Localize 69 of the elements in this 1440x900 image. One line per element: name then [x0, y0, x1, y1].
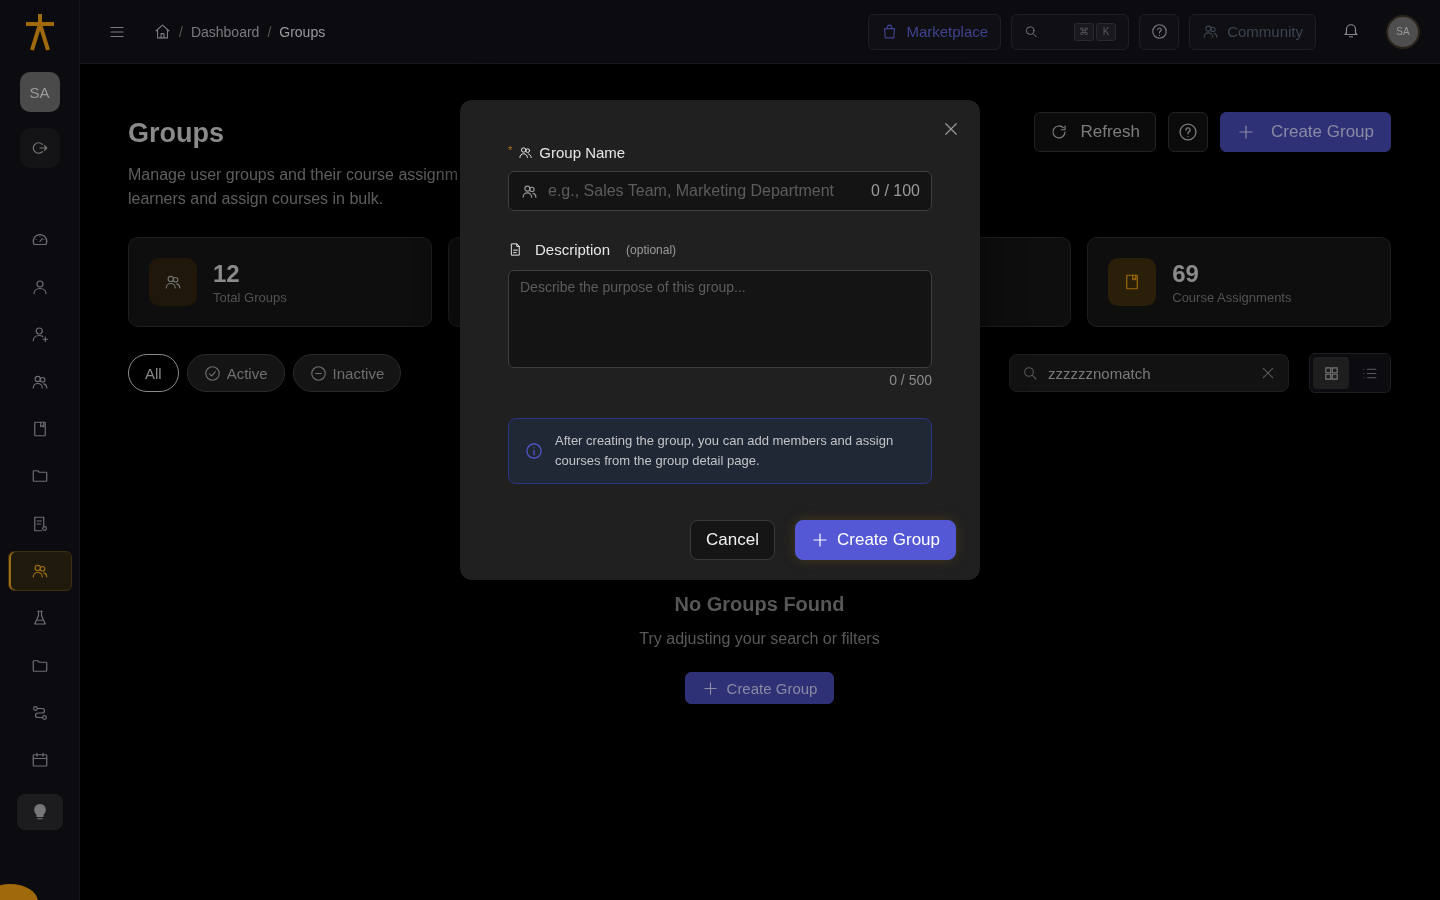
grid-icon	[1322, 364, 1340, 382]
plus-icon	[1237, 123, 1255, 141]
plus-icon	[701, 679, 719, 697]
grid-view-button[interactable]	[1313, 357, 1349, 389]
info-message: After creating the group, you can add members and assign courses from the group detail page.	[555, 432, 895, 470]
shortcut-key: K	[1096, 22, 1117, 41]
description-field[interactable]: Describe the purpose of this group...	[508, 270, 932, 368]
empty-state-message: Try adjusting your search or filters	[639, 630, 880, 648]
calendar-icon	[30, 751, 49, 770]
field-label: Description	[535, 241, 611, 258]
bell-icon	[1342, 21, 1360, 39]
plus-icon	[811, 531, 829, 549]
users-icon	[518, 145, 534, 160]
breadcrumb-separator: /	[179, 23, 183, 40]
marketplace-button[interactable]: Marketplace	[868, 13, 1002, 50]
logout-button[interactable]	[19, 128, 60, 168]
stat-value: 69	[1172, 259, 1200, 288]
required-mark: *	[508, 144, 513, 156]
character-counter: 0 / 100	[871, 182, 920, 200]
user-icon	[30, 278, 49, 296]
minus-circle-icon	[309, 364, 327, 382]
community-button[interactable]: Community	[1189, 13, 1316, 50]
clear-icon	[1260, 365, 1276, 381]
filter-chip[interactable]: Active	[186, 354, 285, 392]
breadcrumb-link[interactable]: Dashboard	[190, 23, 260, 40]
user-avatar[interactable]: SA	[1386, 14, 1420, 49]
home-icon	[154, 23, 171, 40]
route-icon	[30, 703, 49, 722]
breadcrumb-separator: /	[267, 23, 272, 40]
refresh-icon	[1050, 123, 1069, 141]
user-avatar[interactable]: SA	[19, 72, 60, 112]
close-button[interactable]	[942, 120, 960, 138]
info-icon	[525, 442, 543, 460]
search-icon	[1024, 23, 1039, 40]
page-description: Manage user groups and their course assignm learners and assign courses in bulk.	[128, 165, 458, 209]
search-button[interactable]: ⌘ K	[1011, 13, 1130, 50]
refresh-button[interactable]: Refresh	[1034, 112, 1156, 152]
stat-value: 12	[213, 259, 241, 288]
search-icon	[1022, 365, 1038, 381]
shortcut-key: ⌘	[1074, 22, 1095, 41]
logout-icon	[30, 139, 49, 157]
empty-state-title: No Groups Found	[674, 593, 845, 616]
group-name-field[interactable]: e.g., Sales Team, Marketing Department 0 / 100	[508, 171, 932, 211]
field-label: Group Name	[539, 144, 626, 161]
breadcrumb-link[interactable]: Groups	[279, 23, 326, 40]
search-field[interactable]: zzzzzznomatch	[1009, 354, 1289, 392]
users-icon	[164, 273, 182, 291]
tips-button[interactable]	[16, 794, 63, 830]
document-icon	[508, 242, 523, 257]
filter-chip[interactable]: All	[128, 354, 179, 392]
add-user-icon	[30, 325, 49, 344]
create-group-button[interactable]: Create Group	[795, 520, 956, 560]
help-icon	[1150, 23, 1168, 40]
check-circle-icon	[203, 364, 221, 382]
stat-label: Total Groups	[213, 289, 287, 305]
help-button[interactable]	[1168, 112, 1208, 152]
page-title: Groups	[128, 118, 225, 149]
cancel-button[interactable]: Cancel	[690, 520, 775, 560]
help-icon	[1178, 122, 1198, 142]
filter-chip[interactable]: Inactive	[292, 354, 402, 392]
optional-hint: (optional)	[626, 242, 677, 257]
create-group-button[interactable]: Create Group	[1220, 112, 1391, 152]
character-counter: 0 / 500	[888, 372, 932, 388]
create-group-button[interactable]: Create Group	[684, 672, 835, 704]
close-icon	[942, 120, 960, 138]
sidebar-item[interactable]	[7, 551, 72, 591]
help-button[interactable]	[1139, 13, 1180, 50]
users-icon	[1202, 23, 1220, 40]
stat-label: Course Assignments	[1172, 289, 1292, 305]
